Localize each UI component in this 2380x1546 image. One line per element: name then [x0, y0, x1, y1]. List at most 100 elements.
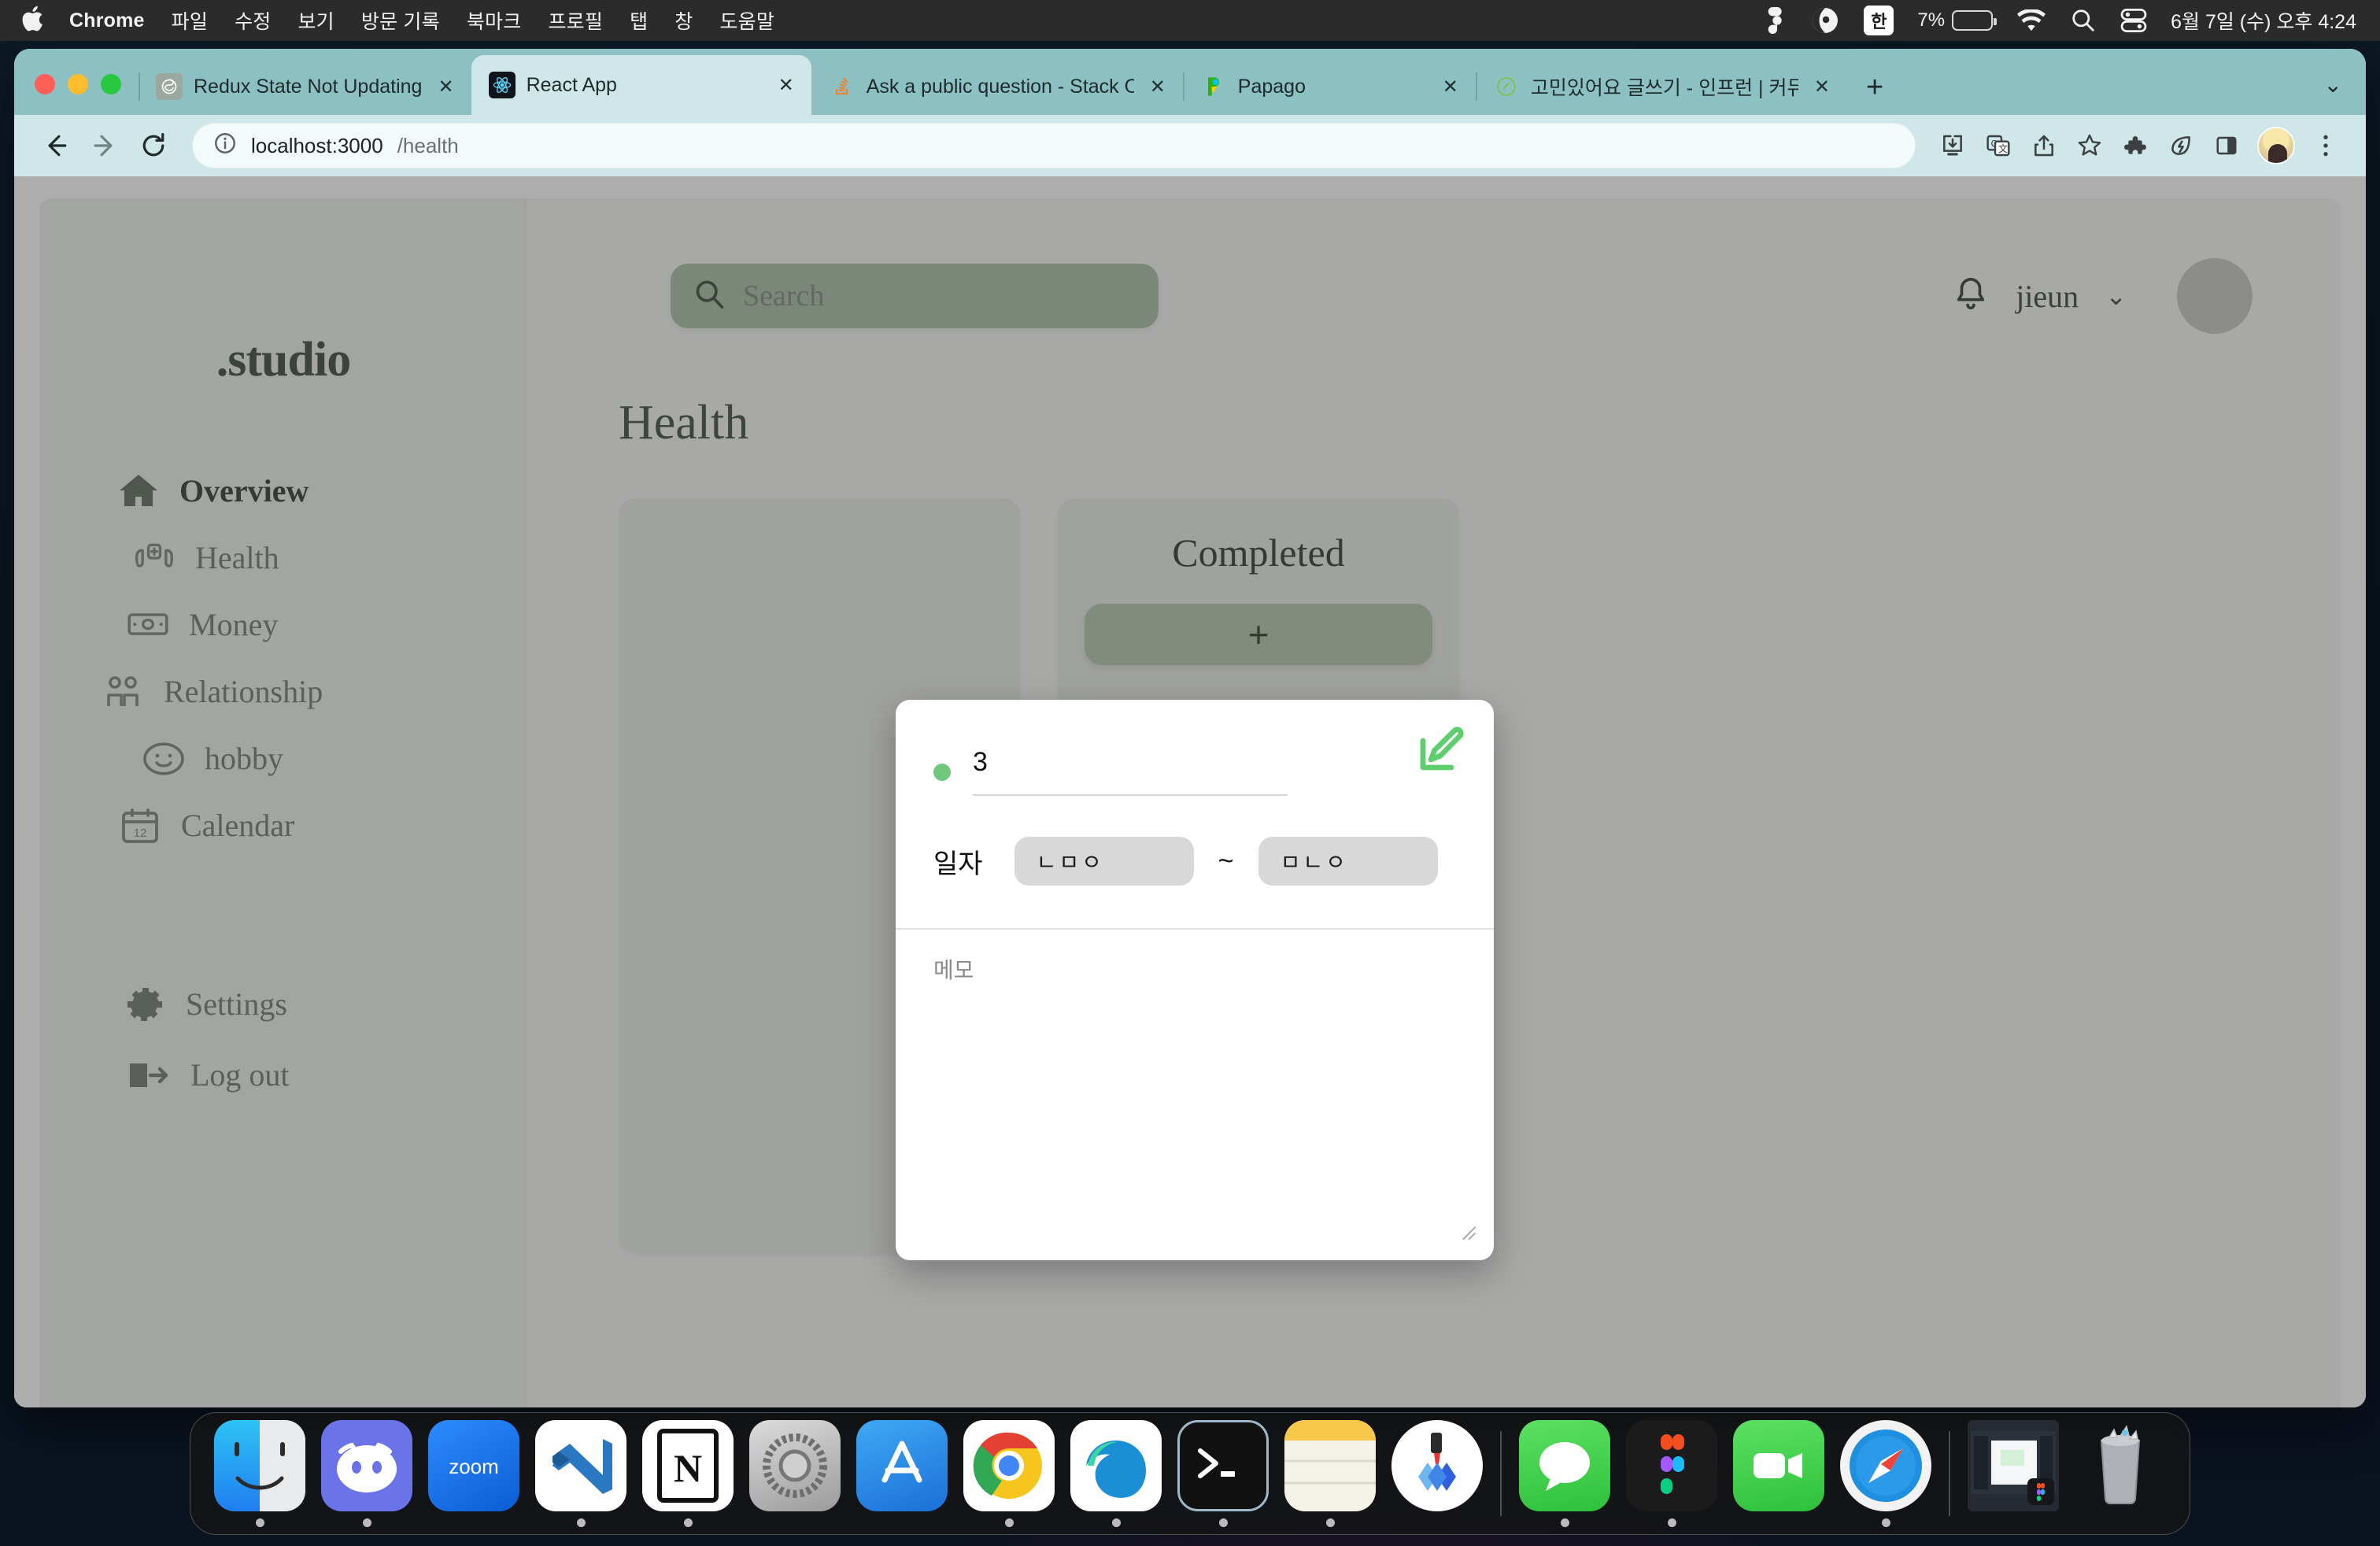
- edge-icon: [1070, 1420, 1162, 1511]
- dock-item-figma[interactable]: [1618, 1420, 1725, 1527]
- forward-arrow-icon[interactable]: [80, 121, 129, 170]
- running-indicator: [362, 1518, 371, 1527]
- vscode-icon: [535, 1420, 626, 1511]
- browser-tab-react-app[interactable]: React App ✕: [471, 55, 811, 115]
- menubar-item-edit[interactable]: 수정: [221, 6, 284, 35]
- dock-item-app-store[interactable]: [848, 1420, 955, 1527]
- new-tab-button[interactable]: +: [1847, 72, 1902, 115]
- macos-menubar: Chrome 파일 수정 보기 방문 기록 북마크 프로필 탭 창 도움말 한 …: [0, 0, 2380, 41]
- running-indicator: [1667, 1518, 1676, 1527]
- svg-text:zoom: zoom: [449, 1455, 499, 1478]
- desktop: Chrome 파일 수정 보기 방문 기록 북마크 프로필 탭 창 도움말 한 …: [0, 0, 2380, 1546]
- modal-date-row: 일자 ㄴㅁㅇ ~ ㅁㄴㅇ: [933, 837, 1456, 886]
- site-info-icon[interactable]: [213, 131, 237, 161]
- dock-item-terminal[interactable]: [1170, 1420, 1277, 1527]
- dock-item-zoom[interactable]: zoom: [420, 1420, 527, 1527]
- leaf-performance-icon[interactable]: [2158, 123, 2204, 168]
- battery-icon[interactable]: 7%: [1906, 9, 2004, 31]
- stackoverflow-icon: [829, 73, 856, 100]
- dock-item-facetime[interactable]: [1725, 1420, 1832, 1527]
- dock-item-notion[interactable]: N: [634, 1420, 741, 1527]
- address-bar[interactable]: localhost:3000/health: [192, 123, 1916, 168]
- browser-tab-inflearn[interactable]: 고민있어요 글쓰기 - 인프런 | 커뮤니 ✕: [1475, 58, 1847, 115]
- share-icon[interactable]: [2021, 123, 2067, 168]
- translate-icon[interactable]: G文: [1975, 123, 2021, 168]
- minimized-window-thumbnail: [1968, 1420, 2059, 1511]
- wifi-icon[interactable]: [2004, 9, 2059, 31]
- battery-percent-label: 7%: [1917, 9, 1946, 31]
- menubar-item-file[interactable]: 파일: [158, 6, 221, 35]
- running-indicator: [576, 1518, 586, 1527]
- menubar-item-profile[interactable]: 프로필: [534, 6, 616, 35]
- reload-icon[interactable]: [129, 121, 178, 170]
- dock-item-trash[interactable]: [2067, 1420, 2174, 1527]
- menubar-app-name[interactable]: Chrome: [69, 9, 158, 32]
- close-tab-button[interactable]: ✕: [433, 76, 458, 98]
- dock-item-chrome[interactable]: [955, 1420, 1062, 1527]
- date-start-input[interactable]: ㄴㅁㅇ: [1014, 837, 1194, 886]
- maximize-window-button[interactable]: [101, 74, 121, 94]
- dock-item-sketch[interactable]: [1384, 1420, 1491, 1527]
- close-tab-button[interactable]: ✕: [774, 74, 799, 97]
- dock-item-system-settings[interactable]: [741, 1420, 848, 1527]
- tab-title: Redux State Not Updating: [194, 75, 423, 98]
- menubar-item-history[interactable]: 방문 기록: [348, 6, 453, 35]
- browser-tab-redux[interactable]: Redux State Not Updating ✕: [139, 58, 471, 115]
- chrome-menu-icon[interactable]: [2303, 123, 2349, 168]
- download-icon[interactable]: [1930, 123, 1975, 168]
- page-viewport: .studio Overview Health Money Relationsh…: [14, 176, 2366, 1407]
- dock-item-notes[interactable]: [1277, 1420, 1384, 1527]
- dock-item-finder[interactable]: [206, 1420, 313, 1527]
- ime-label: 한: [1864, 6, 1894, 35]
- arc-browser-icon[interactable]: [1799, 7, 1851, 34]
- menubar-item-view[interactable]: 보기: [284, 6, 347, 35]
- bookmark-star-icon[interactable]: [2067, 123, 2112, 168]
- close-tab-button[interactable]: ✕: [1809, 76, 1835, 98]
- back-arrow-icon[interactable]: [31, 121, 80, 170]
- close-tab-button[interactable]: ✕: [1438, 76, 1463, 98]
- apple-logo-icon[interactable]: [20, 4, 47, 34]
- ime-badge[interactable]: 한: [1851, 6, 1906, 35]
- safari-icon: [1840, 1420, 1931, 1511]
- chrome-icon: [963, 1420, 1055, 1511]
- menubar-item-help[interactable]: 도움말: [706, 6, 788, 35]
- finder-icon: [214, 1420, 305, 1511]
- tab-search-chevron-down-icon[interactable]: ⌄: [2324, 72, 2366, 115]
- figma-icon[interactable]: [1755, 7, 1799, 34]
- task-title-input[interactable]: 3: [973, 749, 1288, 796]
- spotlight-search-icon[interactable]: [2059, 9, 2108, 32]
- menubar-item-tab[interactable]: 탭: [616, 6, 661, 35]
- browser-tab-stackoverflow[interactable]: Ask a public question - Stack O ✕: [811, 58, 1183, 115]
- running-indicator: [791, 1518, 800, 1527]
- dock-item-discord[interactable]: [313, 1420, 420, 1527]
- date-label: 일자: [933, 849, 983, 879]
- dock-separator: [1500, 1431, 1502, 1516]
- edit-pencil-icon[interactable]: [1414, 727, 1465, 779]
- dock-item-safari[interactable]: [1832, 1420, 1939, 1527]
- dock-item-minimized-window[interactable]: [1960, 1420, 2067, 1527]
- profile-avatar[interactable]: [2257, 127, 2295, 165]
- side-panel-icon[interactable]: [2204, 123, 2249, 168]
- control-center-icon[interactable]: [2108, 9, 2160, 32]
- dock-item-vscode[interactable]: [527, 1420, 634, 1527]
- menubar-item-window[interactable]: 창: [661, 6, 706, 35]
- close-window-button[interactable]: [35, 74, 55, 94]
- tab-title: 고민있어요 글쓰기 - 인프런 | 커뮤니: [1530, 77, 1798, 99]
- browser-tab-papago[interactable]: Papago ✕: [1182, 58, 1476, 115]
- dock-item-messages[interactable]: [1511, 1420, 1618, 1527]
- task-status-dot: [933, 764, 951, 781]
- menubar-clock[interactable]: 6월 7일 (수) 오후 4:24: [2160, 6, 2360, 35]
- minimize-window-button[interactable]: [68, 74, 88, 94]
- resize-grip-icon[interactable]: [1456, 1220, 1476, 1245]
- running-indicator: [1325, 1518, 1335, 1527]
- window-controls[interactable]: [14, 74, 139, 115]
- svg-text:文: 文: [1998, 142, 2008, 154]
- running-indicator: [1881, 1518, 1890, 1527]
- memo-textarea[interactable]: 메모: [896, 930, 1494, 1260]
- battery-shell: [1952, 10, 1998, 31]
- menubar-item-bookmarks[interactable]: 북마크: [453, 6, 535, 35]
- dock-item-edge[interactable]: [1062, 1420, 1170, 1527]
- extensions-puzzle-icon[interactable]: [2112, 123, 2158, 168]
- date-end-input[interactable]: ㅁㄴㅇ: [1258, 837, 1438, 886]
- close-tab-button[interactable]: ✕: [1145, 76, 1170, 98]
